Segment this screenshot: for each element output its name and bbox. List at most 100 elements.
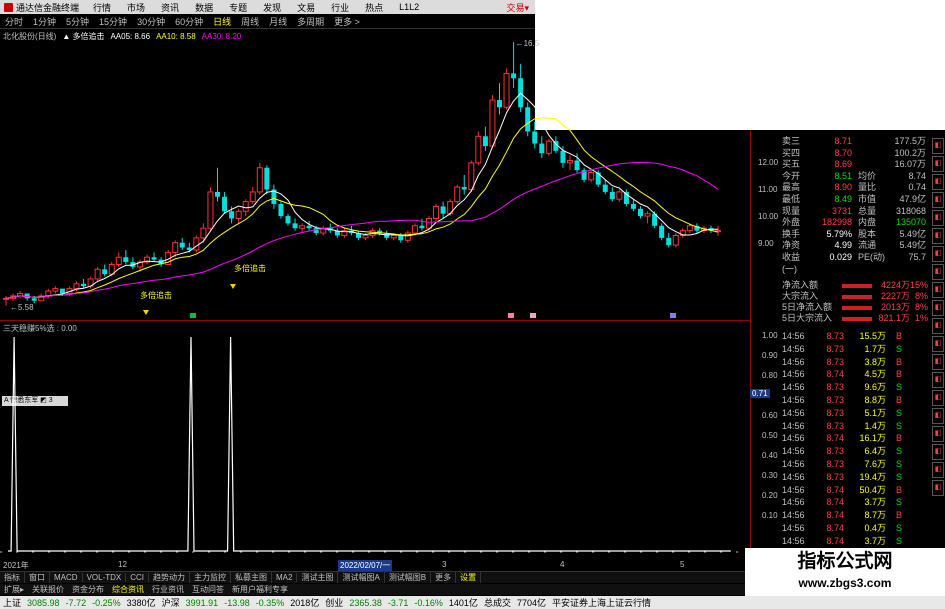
side-tab[interactable]: ◧ [932,228,944,244]
price-axis-label: 9.00 [758,239,774,248]
menu-item-l1l2[interactable]: L1L2 [391,2,427,12]
period-tab[interactable]: 60分钟 [170,15,208,28]
side-tab[interactable]: ◧ [932,390,944,406]
indicator-axis-label: 0.20 [762,491,778,500]
tab-private[interactable]: 私募主图 [231,572,273,583]
side-tab[interactable]: ◧ [932,282,944,298]
menu-item-data[interactable]: 数据 [187,1,221,14]
sh-index-label[interactable]: 上证 [0,596,24,609]
tick-side: B [895,369,902,380]
side-tab[interactable]: ◧ [932,264,944,280]
menu-item-topics[interactable]: 专题 [221,1,255,14]
quote-label: 现量 [782,205,801,216]
tab-industry-news[interactable]: 行业资讯 [148,584,188,595]
candle-body [644,213,651,217]
candle-body [525,107,531,132]
tab-fund-dist[interactable]: 资金分布 [68,584,108,595]
tick-side: S [895,343,902,354]
tick-time: 14:56 [782,471,805,482]
tab-settings[interactable]: 设置 [456,572,482,583]
period-tab[interactable]: 30分钟 [132,15,170,28]
side-tab[interactable]: ◧ [932,480,944,496]
candle-body [666,237,672,246]
side-tab[interactable]: ◧ [932,300,944,316]
tab-test-main[interactable]: 测试主图 [297,572,339,583]
date-label: 5 [680,560,685,569]
menu-item-news[interactable]: 资讯 [153,1,187,14]
candle-body [686,225,693,232]
cy-index-label[interactable]: 创业 [322,596,346,609]
menu-item-industry[interactable]: 行业 [323,1,357,14]
candle-body [503,72,510,108]
tab-qa[interactable]: 互动问答 [188,584,228,595]
menu-item-discover[interactable]: 发现 [255,1,289,14]
tab-related[interactable]: 关联报价 [28,584,68,595]
indicator-axis-label: 0.10 [762,511,778,520]
kline-chart[interactable]: ←16.5←5.58多倍追击多倍追击 [0,40,750,320]
indicator-axis-current: 0.71 [750,389,770,398]
menu-item-market[interactable]: 市场 [119,1,153,14]
side-tab[interactable]: ◧ [932,462,944,478]
tab-trend[interactable]: 趋势动力 [149,572,191,583]
side-tab[interactable]: ◧ [932,156,944,172]
tab-welfare[interactable]: 新用户福利专享 [228,584,292,595]
period-tab[interactable]: 1分钟 [28,15,61,28]
side-tab[interactable]: ◧ [932,444,944,460]
period-tab[interactable]: 多周期 [292,15,329,28]
side-tab[interactable]: ◧ [932,192,944,208]
tick-price: 8.73 [826,446,844,457]
tab-monitor[interactable]: 主力监控 [190,572,232,583]
period-bar: 分时 1分钟 5分钟 15分钟 30分钟 60分钟 日线 周线 月线 多周期 更… [0,15,535,29]
side-tab[interactable]: ◧ [932,336,944,352]
side-tab[interactable]: ◧ [932,408,944,424]
tick-row: 14:56 8.74 4.5万 B [782,368,927,381]
menu-item-quotes[interactable]: 行情 [85,1,119,14]
tab-test-a[interactable]: 测试幅图A [338,572,385,583]
period-tab-daily[interactable]: 日线 [208,15,236,28]
tab-test-b[interactable]: 测试幅图B [385,572,432,583]
quote-value: 4.99 [834,240,852,251]
tick-price: 8.74 [826,433,844,444]
tab-cci[interactable]: CCI [126,573,150,582]
tab-expand[interactable]: 扩展▸ [0,584,28,595]
side-tab[interactable]: ◧ [932,210,944,226]
tab-indicator[interactable]: 指标 [0,572,25,583]
side-tab[interactable]: ◧ [932,246,944,262]
money-flow-label: 5日净流入额 [782,302,833,312]
period-tab[interactable]: 5分钟 [61,15,94,28]
tick-row: 14:56 8.73 19.4万 S [782,471,927,484]
trade-button[interactable]: 交易▾ [506,1,535,14]
indicator-chart[interactable] [0,335,750,555]
candle-body [151,257,157,260]
candle-body [574,160,580,171]
period-tab[interactable]: 周线 [236,15,264,28]
tick-volume: 3.7万 [864,535,886,546]
info-tab-bar: 扩展▸ 关联报价 资金分布 综合资讯 行业资讯 互动问答 新用户福利专享 [0,584,750,595]
period-tab[interactable]: 分时 [0,15,28,28]
period-tab[interactable]: 月线 [264,15,292,28]
tab-macd[interactable]: MACD [50,573,83,582]
money-flow-bar [842,316,872,321]
menu-item-wenyi[interactable]: 文易 [289,1,323,14]
side-tab[interactable]: ◧ [932,372,944,388]
side-tab[interactable]: ◧ [932,354,944,370]
period-tab[interactable]: 15分钟 [94,15,132,28]
candle-body [567,159,573,164]
quote-value: 0.029 [829,251,852,262]
side-tab[interactable]: ◧ [932,318,944,334]
side-tab[interactable]: ◧ [932,138,944,154]
side-tab[interactable]: ◧ [932,426,944,442]
tab-more[interactable]: 更多 [431,572,457,583]
tab-vol[interactable]: VOL-TDX [83,573,127,582]
sz-index-label[interactable]: 沪深 [159,596,183,609]
menu-item-hotspot[interactable]: 热点 [357,1,391,14]
period-more-button[interactable]: 更多 > [329,15,365,28]
tab-ma2[interactable]: MA2 [272,573,298,582]
money-flow-label: 5日大宗流入 [782,313,833,323]
quote-label: 今开 [782,170,801,181]
side-tab[interactable]: ◧ [932,174,944,190]
tick-list[interactable]: 14:56 8.73 15.5万 B 14:56 8.73 1.7万 S 14:56 8.73 3.… [782,330,927,560]
tick-row: 14:56 8.73 9.6万 S [782,381,927,394]
tab-window[interactable]: 窗口 [25,572,50,583]
tab-news[interactable]: 综合资讯 [108,584,148,595]
